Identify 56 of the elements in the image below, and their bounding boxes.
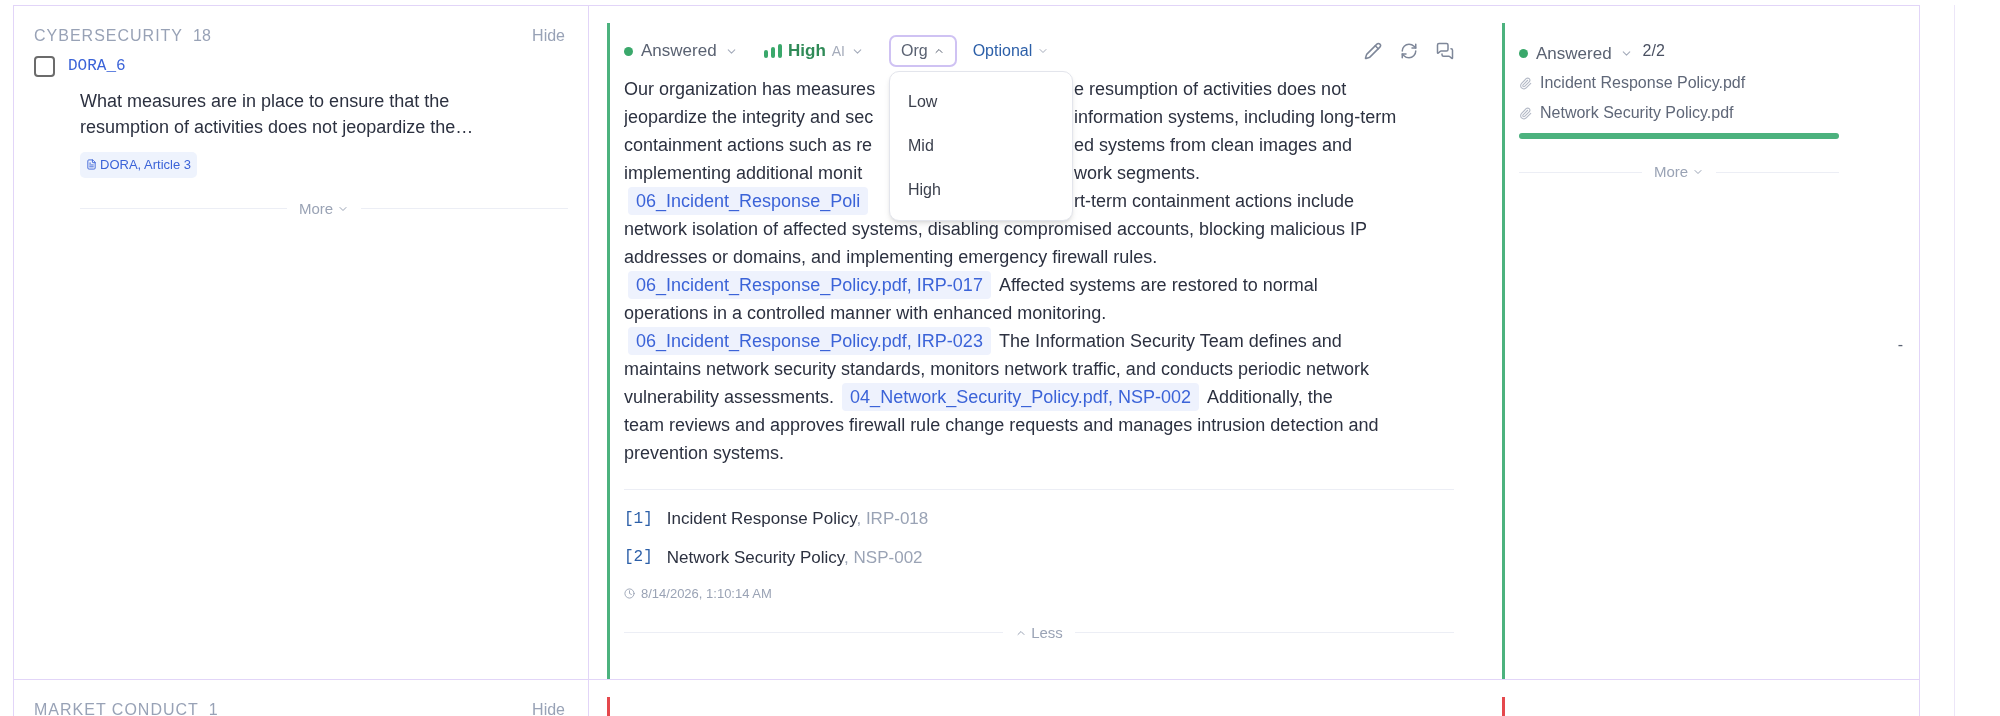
citation-link[interactable]: 06_Incident_Response_Policy.pdf, IRP-017 [628, 271, 991, 299]
answer-text: containment actions such as re [624, 134, 873, 157]
menu-item[interactable]: High [890, 168, 1072, 212]
file-count: 2/2 [1642, 41, 1665, 61]
answer-text: The Information Security Team defines and [998, 330, 1342, 353]
checkbox[interactable] [34, 55, 55, 77]
citation-link[interactable]: 06_Incident_Response_Poli [628, 187, 869, 215]
citation-link[interactable]: 04_Network_Security_Policy.pdf, NSP-002 [842, 383, 1199, 411]
file-link[interactable]: Network Security Policy.pdf [1540, 101, 1734, 125]
answer-text: information systems, including long-term [1074, 106, 1397, 129]
org-dropdown[interactable]: Org [889, 35, 957, 67]
answer-text: jeopardize the integrity and sec [624, 106, 874, 129]
refresh-icon[interactable] [1400, 42, 1418, 60]
confidence-dropdown[interactable]: High AI [764, 38, 889, 64]
review-status-dropdown[interactable]: Answered [1519, 41, 1633, 67]
reference-title[interactable]: Incident Response Policy, IRP-018 [666, 506, 929, 532]
answer-text: team reviews and approves firewall rule change requests and manages intrusion detection and [624, 414, 1379, 437]
reference-index: [2] [624, 547, 653, 569]
question-id[interactable]: DORA_6 [68, 54, 126, 78]
answer-text: addresses or domains, and implementing emergency firewall rules. [624, 246, 1158, 269]
answer-text: Affected systems are restored to normal [998, 274, 1318, 297]
requirement-dropdown[interactable]: Optional [972, 39, 1050, 63]
regulation-tag[interactable]: DORA, Article 3 [80, 152, 198, 178]
answer-text: Additionally, the [1206, 386, 1333, 409]
timestamp: 8/14/2026, 1:10:14 AM [641, 585, 772, 603]
answer-text: work segments. [1074, 162, 1201, 185]
answer-text: prevention systems. [624, 442, 785, 465]
answer-text: maintains network security standards, monitors network traffic, and conducts periodic network [624, 358, 1369, 381]
category-count: 1 [208, 700, 218, 716]
answer-text: Our organization has measures [624, 78, 876, 101]
menu-item[interactable]: Low [890, 80, 1072, 124]
citation-link[interactable]: 06_Incident_Response_Policy.pdf, IRP-023 [628, 327, 991, 355]
category-count: 18 [193, 26, 211, 46]
answer-text: rt-term containment actions include [1074, 190, 1355, 213]
menu-item[interactable]: Mid [890, 124, 1072, 168]
edit-icon[interactable] [1364, 42, 1382, 60]
document-icon [86, 159, 97, 171]
paperclip-icon [1519, 106, 1532, 120]
file-link[interactable]: Incident Response Policy.pdf [1540, 71, 1746, 95]
status-dropdown[interactable]: Answered [624, 38, 764, 64]
reference-title[interactable]: Network Security Policy, NSP-002 [666, 544, 923, 570]
answer-text: e resumption of activities does not [1074, 78, 1347, 101]
answer-text: operations in a controlled manner with enhanced monitoring. [624, 302, 1107, 325]
answer-text: implementing additional monit [624, 162, 863, 185]
category-title: CYBERSECURITY [34, 26, 184, 46]
signal-bars-icon [764, 44, 782, 58]
answer-text: vulnerability assessments. [624, 386, 835, 409]
comments-icon[interactable] [1436, 42, 1454, 60]
reference-index: [1] [624, 508, 653, 530]
clock-icon [624, 588, 635, 600]
answer-text: ed systems from clean images and [1074, 134, 1353, 157]
paperclip-icon [1519, 76, 1532, 90]
empty-value: - [1897, 335, 1904, 355]
answer-text: network isolation of affected systems, disabling compromised accounts, blocking malicious IP [624, 218, 1368, 241]
question-text: What measures are in place to ensure that the resumption of activities does not jeopardize the… [80, 90, 475, 139]
category-title: MARKET CONDUCT [34, 700, 199, 716]
